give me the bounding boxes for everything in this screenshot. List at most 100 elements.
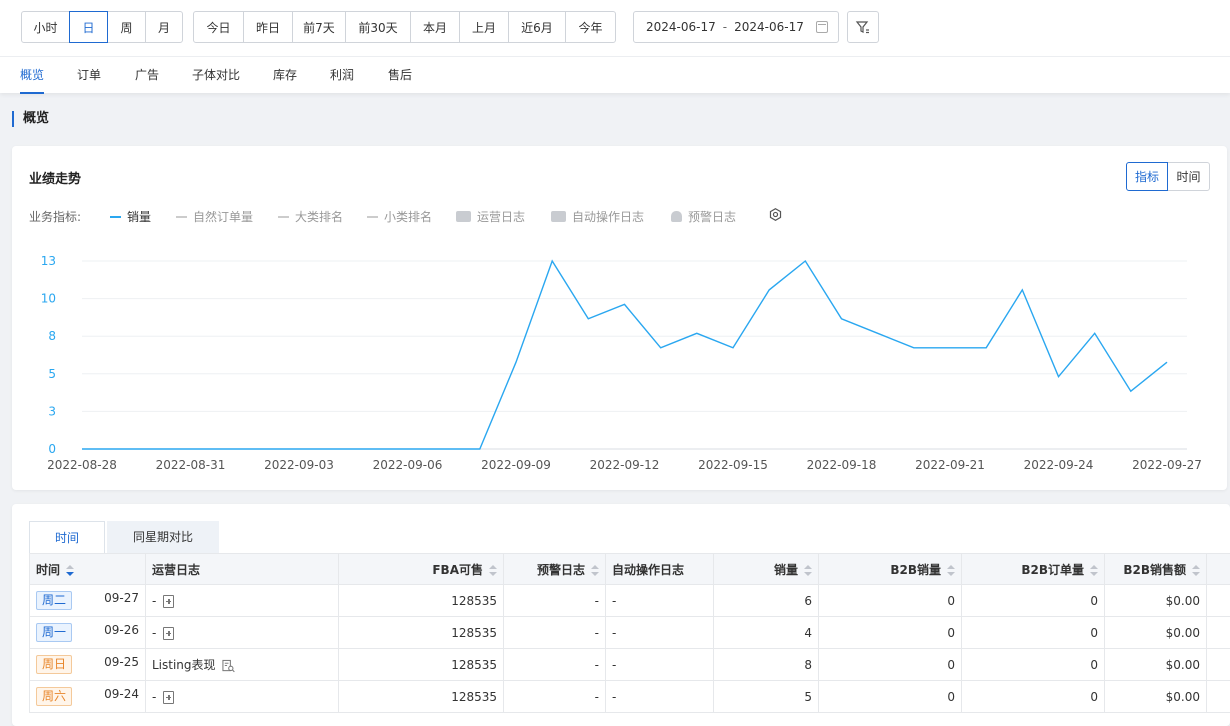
filter-button[interactable] (847, 11, 879, 43)
range-last7-button[interactable]: 前7天 (292, 11, 346, 43)
nav-tabs: 概览 订单 广告 子体对比 库存 利润 售后 (0, 56, 1230, 94)
cell-time: 周一 09-26 (29, 616, 146, 649)
column-header-b2b-orders[interactable]: B2B订单量 (961, 553, 1105, 585)
cell-fba: 128535 (338, 616, 504, 649)
table-row: 周一 09-26-128535- -4 0 0 $0.00 (29, 616, 1230, 649)
cell-spacer (1206, 680, 1230, 713)
column-header-label: FBA可售 (432, 562, 483, 577)
cell-warning-log: - (503, 680, 606, 713)
daily-table-card: 时间 同星期对比 时间 运营日志 FBA可售 预警日志 自动操作日志 销量 B2… (12, 504, 1230, 726)
cell-b2b-sales: 0 (818, 616, 962, 649)
search-doc-icon[interactable] (221, 659, 235, 673)
granularity-day-button[interactable]: 日 (69, 11, 108, 43)
x-tick-label: 2022-09-06 (373, 458, 443, 472)
top-toolbar: 小时 日 周 月 今日 昨日 前7天 前30天 本月 上月 近6月 今年 202… (0, 0, 1230, 94)
column-header-label: B2B销量 (890, 562, 941, 577)
add-log-icon[interactable] (163, 690, 175, 704)
range-this-month-button[interactable]: 本月 (410, 11, 460, 43)
cell-auto-ops-log: - (605, 584, 714, 617)
column-header-label: 自动操作日志 (612, 562, 685, 577)
column-header-label: 时间 (36, 562, 61, 577)
table-row: 周日 09-25 Listing表现 128535- -8 0 0 $0.00 (29, 648, 1230, 681)
column-header-fba[interactable]: FBA可售 (338, 553, 504, 585)
ops-log-text: Listing表现 (152, 658, 216, 672)
column-header-b2b-sales[interactable]: B2B销量 (818, 553, 962, 585)
cell-b2b-sales: 0 (818, 680, 962, 713)
cell-b2b-amount: $0.00 (1104, 584, 1207, 617)
tab-after-sales[interactable]: 售后 (388, 57, 412, 94)
table-row: 周二 09-27-128535- -6 0 0 $0.00 (29, 584, 1230, 617)
date-start: 2024-06-17 (646, 20, 716, 34)
sort-icon[interactable] (489, 564, 497, 576)
sort-icon[interactable] (1090, 564, 1098, 576)
y-tick-label: 5 (48, 367, 56, 381)
daily-data-table: 时间 运营日志 FBA可售 预警日志 自动操作日志 销量 B2B销量 B2B订单… (29, 553, 1230, 713)
range-today-button[interactable]: 今日 (193, 11, 244, 43)
column-header-label: 运营日志 (152, 562, 201, 577)
range-this-year-button[interactable]: 今年 (565, 11, 616, 43)
column-header-label: B2B订单量 (1021, 562, 1084, 577)
x-tick-label: 2022-09-15 (698, 458, 768, 472)
row-date: 09-26 (104, 623, 139, 637)
column-header-b2b-amount[interactable]: B2B销售额 (1104, 553, 1207, 585)
cell-ops-log: Listing表现 (145, 648, 339, 681)
column-header-warning-log[interactable]: 预警日志 (503, 553, 606, 585)
table-tab-same-weekday[interactable]: 同星期对比 (107, 521, 219, 554)
x-tick-label: 2022-09-03 (264, 458, 334, 472)
cell-sales: 5 (713, 680, 819, 713)
column-header-time[interactable]: 时间 (29, 553, 146, 585)
add-log-icon[interactable] (163, 626, 175, 640)
sales-trend-chart: 0 3 5 8 10 13 2022-08-28 2022-08-31 2022-09-03 2… (41, 254, 1202, 472)
tab-inventory[interactable]: 库存 (273, 57, 297, 94)
ops-log-text: - (152, 625, 157, 640)
cell-b2b-amount: $0.00 (1104, 648, 1207, 681)
cell-ops-log: - (145, 680, 339, 713)
cell-b2b-orders: 0 (961, 680, 1105, 713)
tab-orders[interactable]: 订单 (77, 57, 101, 94)
cell-auto-ops-log: - (605, 648, 714, 681)
tab-variant-compare[interactable]: 子体对比 (192, 57, 240, 94)
cell-b2b-orders: 0 (961, 616, 1105, 649)
table-header-row: 时间 运营日志 FBA可售 预警日志 自动操作日志 销量 B2B销量 B2B订单… (29, 553, 1230, 585)
cell-time: 周日 09-25 (29, 648, 146, 681)
sort-icon[interactable] (591, 564, 599, 576)
add-log-icon[interactable] (163, 594, 175, 608)
x-tick-label: 2022-09-09 (481, 458, 551, 472)
column-header-label: B2B销售额 (1123, 562, 1186, 577)
cell-sales: 6 (713, 584, 819, 617)
tab-profit[interactable]: 利润 (330, 57, 354, 94)
table-tab-time[interactable]: 时间 (29, 521, 105, 554)
quick-range-selector: 今日 昨日 前7天 前30天 本月 上月 近6月 今年 (193, 11, 616, 43)
calendar-icon (816, 21, 828, 33)
sort-icon[interactable] (947, 564, 955, 576)
tab-ads[interactable]: 广告 (135, 57, 159, 94)
view-metric-button[interactable]: 指标 (1126, 162, 1168, 191)
granularity-month-button[interactable]: 月 (145, 11, 183, 43)
sort-icon[interactable] (1192, 564, 1200, 576)
range-last-month-button[interactable]: 上月 (459, 11, 509, 43)
granularity-week-button[interactable]: 周 (107, 11, 146, 43)
y-tick-label: 10 (41, 292, 56, 306)
sort-icon[interactable] (804, 564, 812, 576)
sort-icon[interactable] (66, 564, 75, 576)
cell-b2b-sales: 0 (818, 584, 962, 617)
y-tick-label: 13 (41, 254, 56, 268)
granularity-hour-button[interactable]: 小时 (21, 11, 70, 43)
row-date: 09-24 (104, 687, 139, 701)
tab-overview[interactable]: 概览 (20, 57, 45, 94)
y-tick-label: 3 (48, 404, 56, 418)
date-end: 2024-06-17 (734, 20, 804, 34)
cell-time: 周六 09-24 (29, 680, 146, 713)
cell-warning-log: - (503, 584, 606, 617)
cell-warning-log: - (503, 616, 606, 649)
cell-sales: 8 (713, 648, 819, 681)
row-date: 09-25 (104, 655, 139, 669)
cell-b2b-orders: 0 (961, 584, 1105, 617)
column-header-sales[interactable]: 销量 (713, 553, 819, 585)
range-last6months-button[interactable]: 近6月 (508, 11, 566, 43)
range-last30-button[interactable]: 前30天 (345, 11, 411, 43)
y-tick-label: 0 (48, 442, 56, 456)
range-yesterday-button[interactable]: 昨日 (243, 11, 293, 43)
column-header-spacer (1206, 553, 1230, 585)
date-range-picker[interactable]: 2024-06-17 - 2024-06-17 (633, 11, 839, 43)
